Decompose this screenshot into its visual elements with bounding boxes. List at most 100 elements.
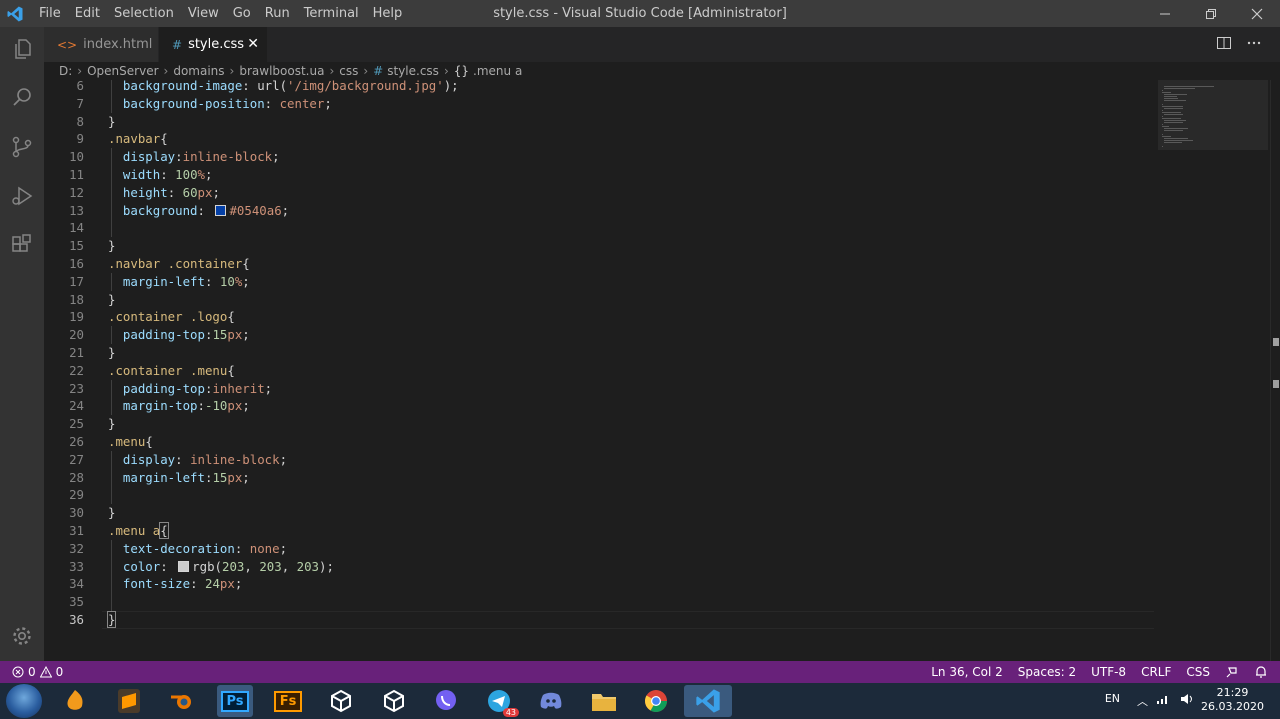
code-line[interactable]: 6 background-image: url('/img/background… (44, 80, 1154, 95)
code-line[interactable]: 24 margin-top:-10px; (44, 397, 1154, 416)
code-line[interactable]: 18} (44, 291, 1154, 309)
code-line[interactable]: 14 (44, 219, 1154, 238)
menu-go[interactable]: Go (226, 0, 258, 27)
start-button[interactable] (6, 684, 42, 718)
chevron-right-icon: › (363, 64, 369, 78)
network-icon[interactable] (1156, 693, 1170, 705)
vertical-scrollbar[interactable] (1270, 80, 1280, 661)
code-line[interactable]: 32 text-decoration: none; (44, 539, 1154, 558)
code-line[interactable]: 11 width: 100%; (44, 166, 1154, 184)
code-line[interactable]: 22 .container .menu{ (44, 362, 1154, 380)
manage-button[interactable] (9, 623, 35, 649)
end-of-line[interactable]: CRLF (1141, 661, 1171, 683)
search-button[interactable] (9, 84, 35, 110)
source-control-button[interactable] (9, 134, 35, 160)
blender-app[interactable] (164, 685, 200, 717)
code-line[interactable]: 10 display:inline-block; (44, 148, 1154, 167)
line-number: 21 (69, 345, 84, 360)
notifications-bell-icon[interactable] (1254, 665, 1268, 679)
code-line[interactable]: 12 height: 60px; (44, 183, 1154, 202)
code-line[interactable]: 35 (44, 593, 1154, 612)
menu-view[interactable]: View (181, 0, 226, 27)
breadcrumb-item[interactable]: brawlboost.ua (239, 64, 324, 78)
telegram-app[interactable]: 43 (481, 685, 519, 717)
language-indicator[interactable]: EN (1105, 692, 1120, 705)
run-debug-button[interactable] (9, 183, 35, 209)
code-line[interactable]: 8} (44, 113, 1154, 131)
cursor-position[interactable]: Ln 36, Col 2 (931, 661, 1003, 683)
chrome-app[interactable] (638, 685, 674, 717)
color-swatch[interactable] (215, 204, 227, 216)
code-line[interactable]: 17 margin-left: 10%; (44, 272, 1154, 291)
breadcrumb-item[interactable]: .menu a (473, 64, 522, 78)
code-line[interactable]: 27 display: inline-block; (44, 450, 1154, 469)
indentation[interactable]: Spaces: 2 (1018, 661, 1076, 683)
line-number: 36 (69, 612, 84, 627)
minimap-line (1162, 124, 1164, 125)
discord-app[interactable] (533, 685, 569, 717)
minimap[interactable] (1162, 80, 1270, 150)
close-tab-icon[interactable]: ✕ (247, 36, 259, 52)
breadcrumb-item[interactable]: D: (59, 64, 72, 78)
volume-icon[interactable] (1180, 693, 1194, 705)
code-line[interactable]: 13 background: #0540a6; (44, 201, 1154, 220)
code-line[interactable]: 30} (44, 504, 1154, 522)
menu-help[interactable]: Help (366, 0, 410, 27)
fl-studio-app[interactable] (57, 685, 93, 717)
code-line[interactable]: 19 .container .logo{ (44, 308, 1154, 326)
sublime-text-app[interactable] (111, 685, 147, 717)
feedback-icon[interactable] (1225, 665, 1239, 679)
restore-button[interactable] (1188, 0, 1234, 27)
chevron-right-icon: › (163, 64, 169, 78)
extensions-button[interactable] (9, 232, 35, 258)
problems-indicator[interactable]: 0 0 (12, 661, 63, 683)
code-line[interactable]: 16 .navbar .container{ (44, 255, 1154, 273)
scrollbar-marker (1273, 380, 1279, 388)
code-editor[interactable]: 6 background-image: url('/img/background… (44, 80, 1280, 661)
more-actions-icon[interactable] (1246, 35, 1262, 51)
menu-terminal[interactable]: Terminal (297, 0, 366, 27)
viber-app[interactable] (428, 685, 464, 717)
code-line[interactable]: 28 margin-left:15px; (44, 468, 1154, 487)
breadcrumb-item[interactable]: domains (173, 64, 224, 78)
code-line[interactable]: 34 font-size: 24px; (44, 575, 1154, 594)
unity-app[interactable] (376, 685, 412, 717)
unity-app[interactable] (323, 685, 359, 717)
show-hidden-icons-icon[interactable]: ︿ (1137, 693, 1148, 709)
menu-selection[interactable]: Selection (107, 0, 181, 27)
encoding[interactable]: UTF-8 (1091, 661, 1126, 683)
code-line[interactable]: 20 padding-top:15px; (44, 326, 1154, 345)
menu-edit[interactable]: Edit (68, 0, 107, 27)
menu-run[interactable]: Run (258, 0, 297, 27)
split-editor-icon[interactable] (1216, 35, 1232, 51)
code-line[interactable]: 31 .menu a{ (44, 522, 1154, 540)
code-line[interactable]: 36} (44, 611, 1154, 629)
code-line[interactable]: 15} (44, 237, 1154, 255)
fuse-app[interactable]: Fs (270, 685, 306, 717)
code-line[interactable]: 33 color: rgb(203, 203, 203); (44, 557, 1154, 576)
file-explorer-app[interactable] (586, 685, 622, 717)
language-mode[interactable]: CSS (1186, 661, 1210, 683)
breadcrumb-item[interactable]: style.css (387, 64, 439, 78)
code-line[interactable]: 9 .navbar{ (44, 130, 1154, 148)
code-line[interactable]: 21} (44, 344, 1154, 362)
vscode-app[interactable] (684, 685, 732, 717)
breadcrumb-item[interactable]: OpenServer (87, 64, 158, 78)
clock[interactable]: 21:29 26.03.2020 (1201, 686, 1264, 714)
code-line[interactable]: 25} (44, 415, 1154, 433)
code-line[interactable]: 7 background-position: center; (44, 94, 1154, 113)
tab-index-html[interactable]: <> index.html (44, 27, 159, 62)
breadcrumb-item[interactable]: css (339, 64, 358, 78)
minimize-button[interactable] (1142, 0, 1188, 27)
code-line[interactable]: 29 (44, 486, 1154, 505)
vscode-icon (696, 689, 720, 713)
code-line[interactable]: 26 .menu{ (44, 433, 1154, 451)
code-line[interactable]: 23 padding-top:inherit; (44, 379, 1154, 398)
menu-file[interactable]: File (32, 0, 68, 27)
explorer-button[interactable] (9, 36, 35, 62)
color-swatch[interactable] (178, 560, 190, 572)
photoshop-app[interactable]: Ps (217, 685, 253, 717)
indent-guide (111, 219, 112, 238)
tab-style-css[interactable]: # style.css ✕ (159, 27, 267, 62)
close-window-button[interactable] (1234, 0, 1280, 27)
